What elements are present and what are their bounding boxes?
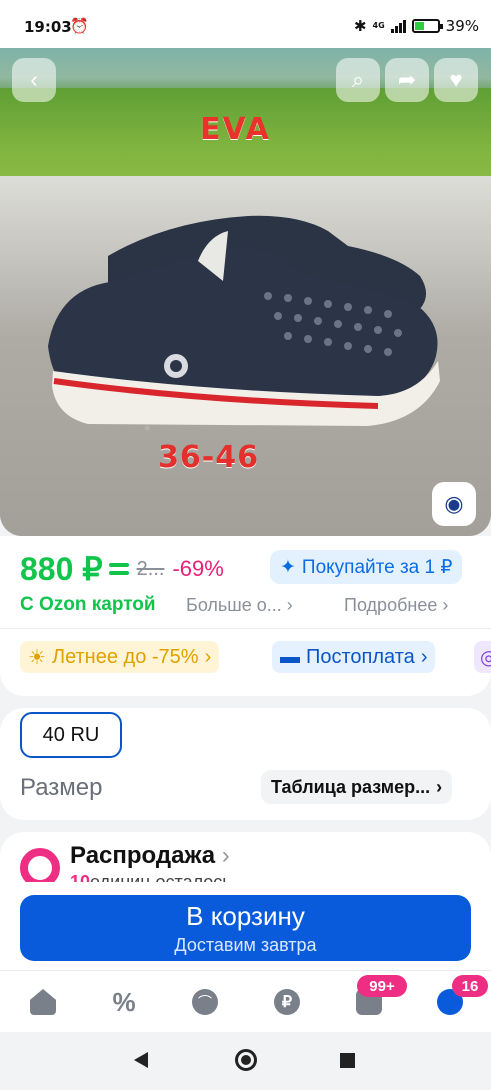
size-table-link[interactable]: Таблица размер... ›: [261, 770, 453, 804]
image-text-sizes: 36-46: [158, 440, 259, 475]
clog-shoe-image: [48, 215, 440, 426]
price-card: 880 ₽ 2... -69% ✦ Покупайте за 1 ₽ С Ozo…: [0, 536, 491, 696]
chevron-right-icon: ›: [221, 842, 230, 869]
bluetooth-icon: ✱: [353, 17, 367, 35]
promo-summer-label: Летнее до -75%: [51, 645, 199, 668]
delivery-label: Доставим завтра: [174, 935, 317, 955]
add-to-cart-button[interactable]: В корзину Доставим завтра: [20, 895, 471, 961]
status-right: ✱ 4G 39%: [354, 17, 479, 35]
more-about-link[interactable]: Больше о... ›: [186, 595, 293, 616]
network-type: 4G: [372, 21, 385, 30]
search-button[interactable]: ⌕: [336, 58, 380, 102]
more-about-label: Больше о...: [186, 595, 282, 615]
promo-postpay-label: Постоплата: [306, 645, 415, 668]
app-screen: 19:03 ⏰ ✱ 4G 39% EVA 36-46 ‹ ⌕ ➦ ♥ ◉ 880…: [0, 0, 491, 1090]
sparkle-icon: ✦: [280, 556, 296, 578]
divider: [0, 628, 491, 629]
size-label: Размер: [20, 774, 103, 801]
buy-for-1-ruble-button[interactable]: ✦ Покупайте за 1 ₽: [270, 550, 463, 584]
cart-bar: В корзину Доставим завтра: [0, 882, 491, 970]
ozon-card-label: С Ozon картой: [20, 594, 156, 615]
cart-badge: 99+: [357, 975, 407, 997]
chevron-right-icon: ›: [442, 595, 449, 615]
profile-badge: 16: [452, 975, 488, 997]
add-to-cart-label: В корзину: [186, 901, 305, 931]
share-icon: ➦: [397, 67, 417, 92]
image-text-eva: EVA: [200, 112, 271, 147]
size-option-selected[interactable]: 40 RU: [20, 712, 122, 758]
system-nav-bar: [0, 1032, 491, 1090]
favorite-button[interactable]: ♥: [434, 58, 478, 102]
promo-more-chip[interactable]: ◎: [474, 641, 491, 673]
search-icon: ⌕: [351, 67, 365, 92]
chevron-right-icon: ›: [420, 645, 428, 668]
hanger-icon[interactable]: ⌒: [192, 989, 218, 1015]
image-search-button[interactable]: ◉: [432, 482, 476, 526]
card-icon: ▬: [280, 645, 300, 668]
details-link[interactable]: Подробнее ›: [344, 595, 448, 616]
promo-postpay-chip[interactable]: ▬ Постоплата ›: [272, 641, 436, 673]
buy-for-1-ruble-label: Покупайте за 1 ₽: [301, 556, 453, 578]
bottom-tab-bar: % ⌒ ₽: [0, 970, 491, 1032]
camera-search-icon: ◉: [444, 491, 464, 516]
equals-icon: [108, 562, 129, 576]
size-table-label: Таблица размер...: [271, 776, 431, 797]
current-price: 880 ₽: [20, 551, 103, 587]
old-price: 2...: [136, 557, 165, 580]
promo-summer-chip[interactable]: ☀ Летнее до -75% ›: [20, 641, 220, 673]
back-button[interactable]: ‹: [12, 58, 56, 102]
sale-title-label: Распродажа: [70, 842, 216, 869]
battery-icon: [411, 19, 443, 33]
chevron-left-icon: ‹: [30, 67, 38, 92]
percent-icon[interactable]: %: [111, 987, 137, 1017]
signal-icon: [390, 19, 406, 33]
alarm-icon: ⏰: [70, 17, 89, 35]
share-button[interactable]: ➦: [385, 58, 429, 102]
heart-icon: ♥: [449, 67, 463, 92]
ruble-icon[interactable]: ₽: [274, 989, 300, 1015]
status-time: 19:03: [24, 18, 72, 36]
details-label: Подробнее: [344, 595, 438, 615]
battery-percent: 39%: [445, 17, 479, 35]
chevron-right-icon: ›: [286, 595, 293, 615]
promo-icon: ◎: [480, 646, 491, 669]
chevron-right-icon: ›: [204, 645, 212, 668]
price-row: 880 ₽ 2... -69%: [20, 550, 224, 588]
nav-back-icon[interactable]: [134, 1052, 148, 1068]
product-image[interactable]: EVA 36-46 ‹ ⌕ ➦ ♥ ◉: [0, 48, 491, 536]
chevron-right-icon: ›: [436, 776, 443, 797]
discount-percent: -69%: [172, 556, 224, 581]
nav-home-icon[interactable]: [235, 1049, 257, 1071]
nav-recents-icon[interactable]: [340, 1053, 355, 1068]
size-card: 40 RU Размер Таблица размер... ›: [0, 708, 491, 820]
sale-title: Распродажа ›: [70, 842, 230, 870]
status-bar: 19:03 ⏰ ✱ 4G 39%: [0, 0, 491, 48]
sun-icon: ☀: [28, 646, 46, 669]
home-icon[interactable]: [30, 989, 56, 1015]
